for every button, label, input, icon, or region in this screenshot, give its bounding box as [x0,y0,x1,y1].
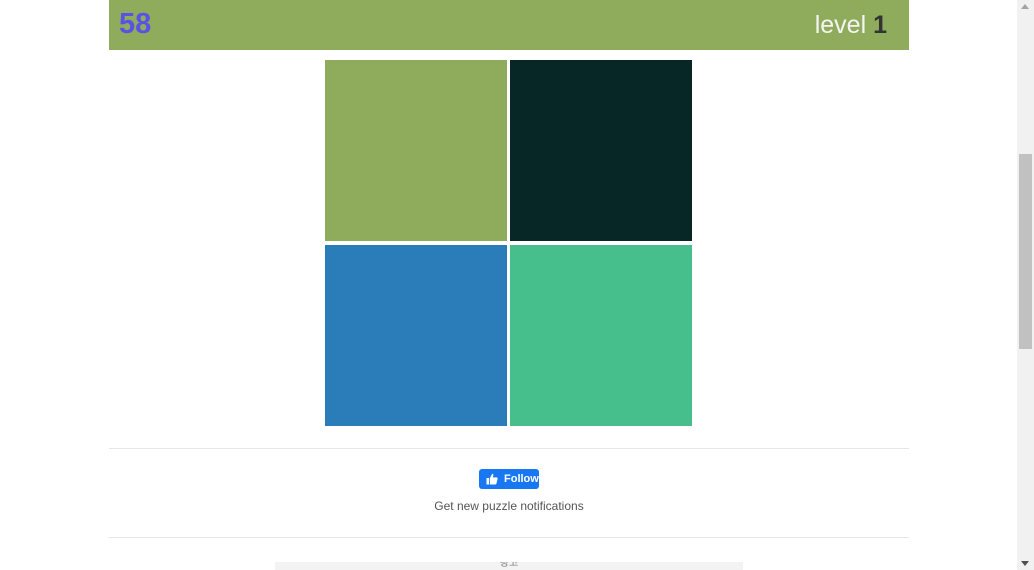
scroll-down-arrow-icon[interactable] [1021,561,1029,566]
level-indicator: level 1 [815,10,887,40]
notification-text: Get new puzzle notifications [434,499,584,513]
thumbs-up-icon [486,473,498,485]
ad-label: 광고 [499,562,519,569]
vertical-scrollbar[interactable] [1017,0,1034,570]
score-counter: 58 [119,8,152,40]
level-label: level [814,11,867,39]
color-tile-grid [325,60,692,426]
color-tile[interactable] [325,245,507,426]
ad-container: 광고 [275,562,743,570]
color-tile[interactable] [510,245,692,426]
follow-label: Follow [504,473,539,485]
color-tile[interactable] [325,60,507,241]
color-tile[interactable] [510,60,692,241]
scroll-up-arrow-icon[interactable] [1021,4,1029,9]
divider [109,448,909,449]
facebook-follow-button[interactable]: Follow [479,469,539,489]
scrollbar-thumb[interactable] [1019,154,1032,349]
level-number: 1 [873,11,887,39]
header-bar: 58 level 1 [109,0,909,50]
divider [109,537,909,538]
game-page: 58 level 1 Follow Get new puzzle notific… [0,0,1034,570]
